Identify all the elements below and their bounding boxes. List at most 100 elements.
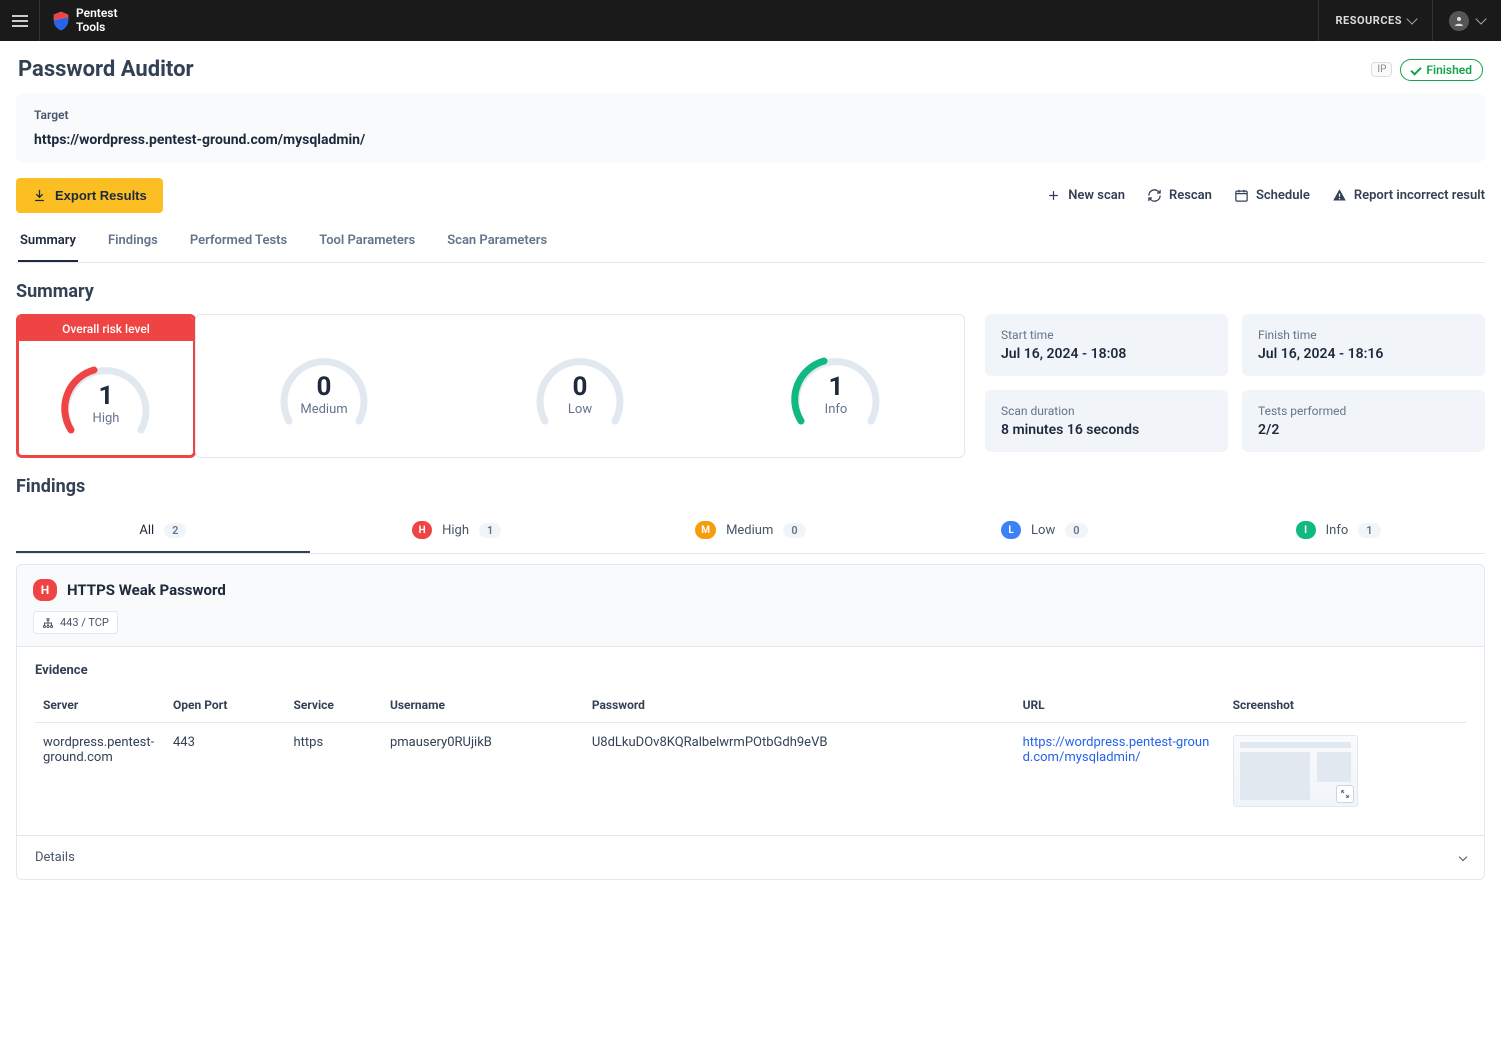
status-text: Finished <box>1426 63 1472 77</box>
start-time-card: Start time Jul 16, 2024 - 18:08 <box>985 314 1228 376</box>
gauge-low-label: Low <box>530 402 630 417</box>
gauge-info-label: Info <box>786 402 886 417</box>
tests-label: Tests performed <box>1258 404 1469 418</box>
summary-heading: Summary <box>16 281 1485 302</box>
tab-performed-tests[interactable]: Performed Tests <box>188 221 289 262</box>
col-password: Password <box>584 688 1015 723</box>
overall-risk-card: Overall risk level 1High <box>16 314 196 458</box>
menu-toggle[interactable] <box>0 0 40 41</box>
gauge-medium-value: 0 <box>274 372 374 402</box>
gauge-info: 1Info <box>786 346 886 426</box>
resources-menu[interactable]: RESOURCES <box>1318 0 1433 41</box>
gauge-high-label: High <box>56 411 156 426</box>
target-panel: Target https://wordpress.pentest-ground.… <box>16 94 1485 162</box>
col-url: URL <box>1015 688 1225 723</box>
cell-url-link[interactable]: https://wordpress.pentest-ground.com/mys… <box>1023 735 1210 765</box>
evidence-label: Evidence <box>35 663 1466 678</box>
target-label: Target <box>34 108 1467 122</box>
filter-low-label: Low <box>1031 523 1055 538</box>
chevron-down-icon <box>1406 13 1417 24</box>
duration-card: Scan duration 8 minutes 16 seconds <box>985 390 1228 452</box>
chevron-down-icon <box>1475 13 1486 24</box>
findings-filter-tabs: All 2 H High 1 M Medium 0 L Low 0 I Info… <box>16 509 1485 554</box>
filter-high[interactable]: H High 1 <box>310 509 604 553</box>
cell-username: pmausery0RUjikB <box>382 723 584 820</box>
report-incorrect-button[interactable]: Report incorrect result <box>1332 188 1485 203</box>
col-server: Server <box>35 688 165 723</box>
ip-badge: IP <box>1371 62 1392 77</box>
page-title: Password Auditor <box>18 57 194 82</box>
report-label: Report incorrect result <box>1354 188 1485 203</box>
target-url: https://wordpress.pentest-ground.com/mys… <box>34 132 1467 148</box>
filter-low[interactable]: L Low 0 <box>897 509 1191 553</box>
filter-medium[interactable]: M Medium 0 <box>604 509 898 553</box>
warning-icon <box>1332 188 1347 203</box>
filter-info-count: 1 <box>1358 523 1380 538</box>
col-service: Service <box>286 688 382 723</box>
evidence-table: Server Open Port Service Username Passwo… <box>35 688 1466 819</box>
finding-title: HTTPS Weak Password <box>67 581 226 599</box>
finish-time-label: Finish time <box>1258 328 1469 342</box>
table-row: wordpress.pentest-ground.com 443 https p… <box>35 723 1466 820</box>
finding-card: H HTTPS Weak Password 443 / TCP Evidence… <box>16 564 1485 880</box>
export-label: Export Results <box>55 188 147 203</box>
new-scan-button[interactable]: New scan <box>1046 188 1125 203</box>
findings-heading: Findings <box>16 476 1485 497</box>
calendar-icon <box>1234 188 1249 203</box>
start-time-label: Start time <box>1001 328 1212 342</box>
schedule-label: Schedule <box>1256 188 1310 203</box>
export-results-button[interactable]: Export Results <box>16 178 163 213</box>
filter-info[interactable]: I Info 1 <box>1191 509 1485 553</box>
tab-tool-parameters[interactable]: Tool Parameters <box>317 221 417 262</box>
schedule-button[interactable]: Schedule <box>1234 188 1310 203</box>
filter-high-label: High <box>442 523 469 538</box>
gauge-medium: 0Medium <box>274 346 374 426</box>
col-screenshot: Screenshot <box>1225 688 1466 723</box>
check-icon <box>1411 64 1422 75</box>
cell-service: https <box>286 723 382 820</box>
port-text: 443 / TCP <box>60 616 109 629</box>
filter-medium-count: 0 <box>783 523 805 538</box>
tab-summary[interactable]: Summary <box>18 221 78 262</box>
filter-low-count: 0 <box>1065 523 1087 538</box>
gauge-high-value: 1 <box>56 381 156 411</box>
shield-icon <box>52 11 70 31</box>
finish-time-value: Jul 16, 2024 - 18:16 <box>1258 346 1469 362</box>
network-icon <box>42 617 54 629</box>
finding-severity-badge: H <box>33 579 57 601</box>
chevron-down-icon <box>1459 852 1467 860</box>
cell-open-port: 443 <box>165 723 286 820</box>
refresh-icon <box>1147 188 1162 203</box>
cell-password: U8dLkuDOv8KQRalbelwrmPOtbGdh9eVB <box>584 723 1015 820</box>
logo[interactable]: Pentest Tools <box>40 7 129 33</box>
gauge-low-value: 0 <box>530 372 630 402</box>
severity-medium-badge: M <box>695 521 716 539</box>
port-pill: 443 / TCP <box>33 611 118 634</box>
user-menu[interactable] <box>1433 11 1501 31</box>
top-bar: Pentest Tools RESOURCES <box>0 0 1501 41</box>
risk-card-title: Overall risk level <box>19 317 193 341</box>
filter-all-count: 2 <box>164 523 186 538</box>
filter-all-label: All <box>139 523 154 538</box>
col-open-port: Open Port <box>165 688 286 723</box>
duration-label: Scan duration <box>1001 404 1212 418</box>
tab-findings[interactable]: Findings <box>106 221 160 262</box>
details-toggle[interactable]: Details <box>17 835 1484 879</box>
cell-server: wordpress.pentest-ground.com <box>35 723 165 820</box>
main-tabs: Summary Findings Performed Tests Tool Pa… <box>16 221 1485 263</box>
tab-scan-parameters[interactable]: Scan Parameters <box>445 221 549 262</box>
rescan-button[interactable]: Rescan <box>1147 188 1212 203</box>
severity-info-badge: I <box>1296 521 1316 539</box>
filter-medium-label: Medium <box>726 523 773 538</box>
resources-label: RESOURCES <box>1335 14 1402 27</box>
severity-high-badge: H <box>412 521 432 539</box>
filter-all[interactable]: All 2 <box>16 509 310 553</box>
tests-value: 2/2 <box>1258 422 1469 438</box>
new-scan-label: New scan <box>1068 188 1125 203</box>
expand-icon <box>1336 785 1354 803</box>
screenshot-thumbnail[interactable] <box>1233 735 1358 807</box>
logo-text-2: Tools <box>76 21 117 34</box>
gauge-high: 1High <box>56 355 156 435</box>
gauge-info-value: 1 <box>786 372 886 402</box>
status-badge: Finished <box>1400 59 1483 81</box>
